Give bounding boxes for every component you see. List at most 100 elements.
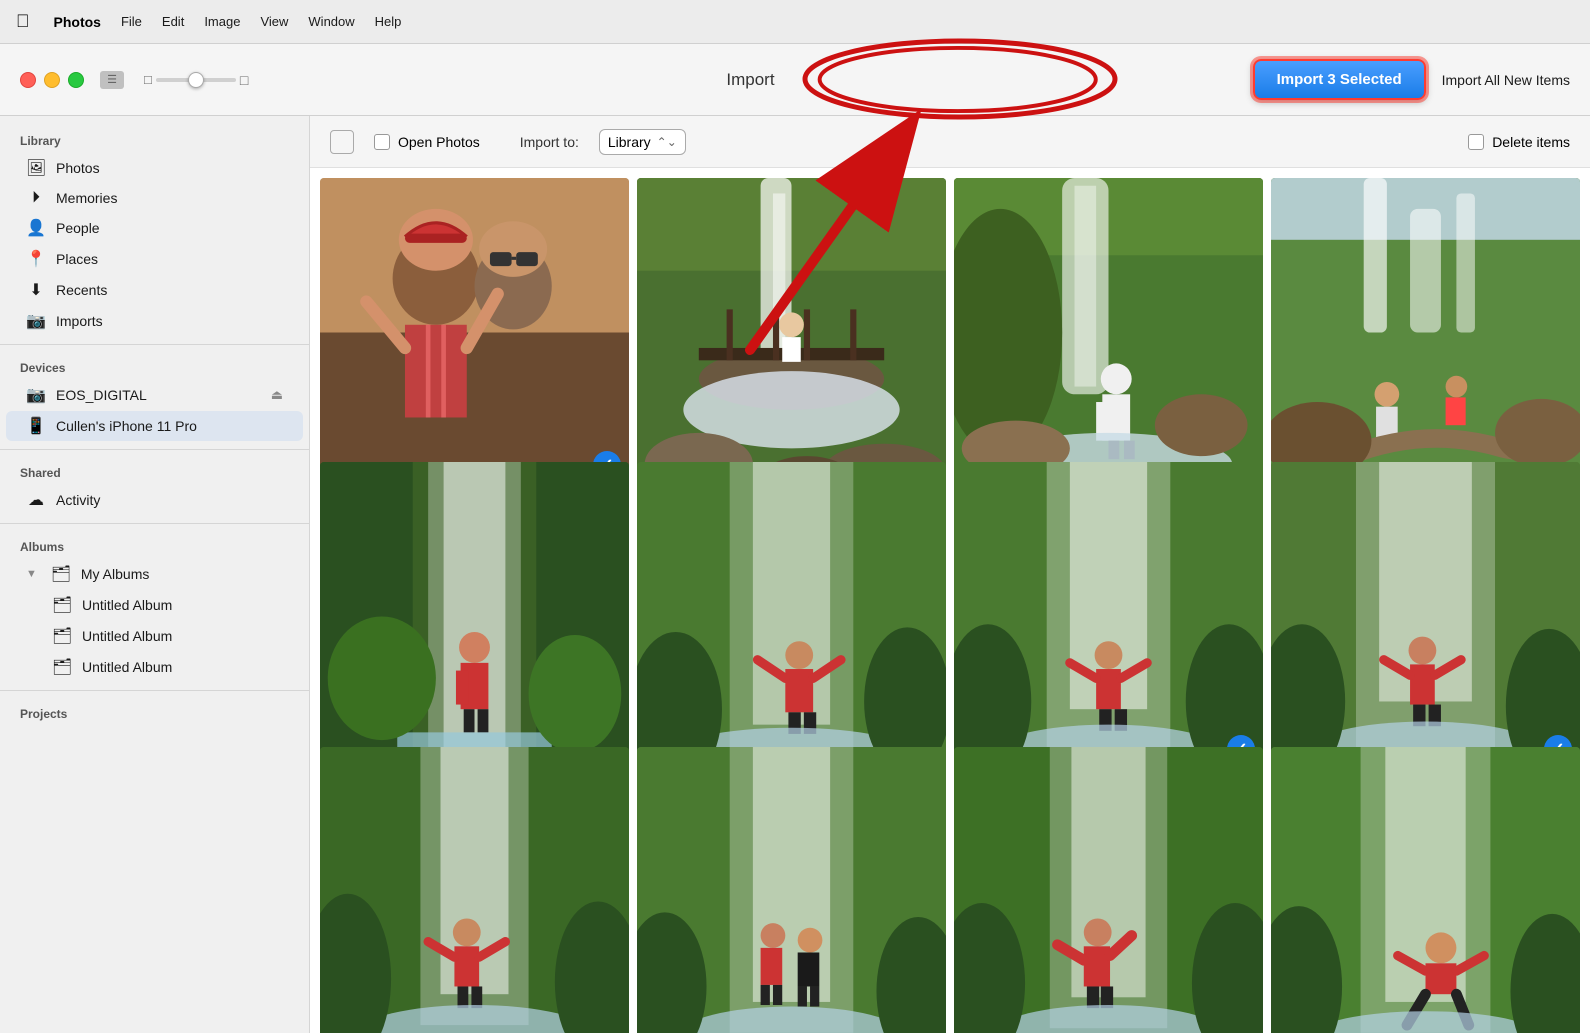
sidebar-item-iphone[interactable]: 📱 Cullen's iPhone 11 Pro — [6, 411, 303, 441]
activity-icon: ☁ — [26, 490, 46, 510]
photo-cell-5[interactable] — [637, 462, 946, 771]
library-section-label: Library — [0, 126, 309, 152]
sidebar-separator-1 — [0, 344, 309, 345]
import-toolbar: Open Photos Import to: Library ⌃⌄ Delete… — [310, 116, 1590, 168]
photo-image-0 — [320, 178, 629, 487]
delete-items-label: Delete items — [1492, 134, 1570, 150]
sidebar-separator-3 — [0, 523, 309, 524]
sidebar-album-1-label: Untitled Album — [82, 597, 172, 613]
photo-cell-2[interactable] — [954, 178, 1263, 487]
photo-image-8 — [320, 747, 629, 1033]
sidebar-item-album-2[interactable]: 🗂 Untitled Album — [6, 621, 303, 651]
toolbar-title: Import — [726, 70, 774, 90]
import-panel: Open Photos Import to: Library ⌃⌄ Delete… — [310, 116, 1590, 1033]
photo-cell-7[interactable]: ✓ — [1271, 462, 1580, 771]
sidebar-item-album-3[interactable]: 🗂 Untitled Album — [6, 652, 303, 682]
photo-cell-8[interactable] — [320, 747, 629, 1033]
photo-cell-0[interactable]: ✓ — [320, 178, 629, 487]
sidebar-imports-label: Imports — [56, 313, 103, 329]
sidebar-activity-label: Activity — [56, 492, 100, 508]
photo-image-3 — [1271, 178, 1580, 487]
sidebar-item-people[interactable]: 👤 People — [6, 213, 303, 243]
photo-cell-6[interactable]: ✓ — [954, 462, 1263, 771]
sidebar-item-photos[interactable]: 🖼 Photos — [6, 153, 303, 183]
sidebar-photos-label: Photos — [56, 160, 100, 176]
memories-icon: ⏵ — [26, 189, 46, 207]
photo-image-10 — [954, 747, 1263, 1033]
places-icon: 📍 — [26, 249, 46, 269]
import-to-label: Import to: — [520, 134, 579, 150]
sidebar-item-activity[interactable]: ☁ Activity — [6, 485, 303, 515]
import-selected-wrapper: Import 3 Selected — [1253, 59, 1426, 100]
photo-cell-4[interactable] — [320, 462, 629, 771]
minimize-button[interactable] — [44, 72, 60, 88]
menu-view[interactable]: View — [260, 14, 288, 29]
photo-grid: ✓ — [310, 168, 1590, 1033]
sidebar-item-places[interactable]: 📍 Places — [6, 244, 303, 274]
sidebar-my-albums-label: My Albums — [81, 566, 149, 582]
sidebar-item-eos[interactable]: 📷 EOS_DIGITAL ⏏ — [6, 380, 303, 410]
select-arrows-icon: ⌃⌄ — [657, 135, 677, 149]
sidebar-album-2-label: Untitled Album — [82, 628, 172, 644]
import-all-button[interactable]: Import All New Items — [1442, 72, 1570, 88]
menu-image[interactable]: Image — [204, 14, 240, 29]
album-2-icon: 🗂 — [52, 626, 72, 646]
main-layout: Library 🖼 Photos ⏵ Memories 👤 People 📍 P… — [0, 116, 1590, 1033]
menubar:  Photos File Edit Image View Window Hel… — [0, 0, 1590, 44]
sidebar-iphone-label: Cullen's iPhone 11 Pro — [56, 418, 197, 434]
menu-window[interactable]: Window — [308, 14, 354, 29]
sidebar-item-memories[interactable]: ⏵ Memories — [6, 184, 303, 212]
eos-icon: 📷 — [26, 385, 46, 405]
import-to-value: Library — [608, 134, 651, 150]
maximize-button[interactable] — [68, 72, 84, 88]
delete-items-checkbox[interactable] — [1468, 134, 1484, 150]
sidebar-separator-2 — [0, 449, 309, 450]
people-icon: 👤 — [26, 218, 46, 238]
album-1-icon: 🗂 — [52, 595, 72, 615]
sidebar-item-recents[interactable]: ⬇ Recents — [6, 275, 303, 305]
open-photos-container: Open Photos — [374, 134, 480, 150]
sidebar-item-my-albums[interactable]: ▼ 🗂 My Albums — [6, 559, 303, 589]
sidebar-eos-label: EOS_DIGITAL — [56, 387, 147, 403]
photo-cell-1[interactable] — [637, 178, 946, 487]
menu-file[interactable]: File — [121, 14, 142, 29]
photo-cell-9[interactable] — [637, 747, 946, 1033]
app-menu-photos[interactable]: Photos — [54, 14, 101, 30]
select-all-checkbox[interactable] — [330, 130, 354, 154]
window-controls: ☰ — [100, 71, 124, 89]
photo-cell-3[interactable] — [1271, 178, 1580, 487]
open-photos-checkbox[interactable] — [374, 134, 390, 150]
window-toolbar: ☰ □ □ Import Import 3 Selected Import Al… — [0, 44, 1590, 116]
sidebar: Library 🖼 Photos ⏵ Memories 👤 People 📍 P… — [0, 116, 310, 1033]
sidebar-people-label: People — [56, 220, 100, 236]
albums-section-label: Albums — [0, 532, 309, 558]
photo-cell-10[interactable] — [954, 747, 1263, 1033]
devices-section-label: Devices — [0, 353, 309, 379]
projects-section-label: Projects — [0, 699, 309, 725]
sidebar-memories-label: Memories — [56, 190, 117, 206]
sidebar-item-imports[interactable]: 📷 Imports — [6, 306, 303, 336]
traffic-lights — [20, 72, 84, 88]
imports-icon: 📷 — [26, 311, 46, 331]
my-albums-icon: 🗂 — [51, 564, 71, 584]
import-to-select[interactable]: Library ⌃⌄ — [599, 129, 686, 155]
album-3-icon: 🗂 — [52, 657, 72, 677]
sidebar-item-album-1[interactable]: 🗂 Untitled Album — [6, 590, 303, 620]
photo-image-5 — [637, 462, 946, 771]
recents-icon: ⬇ — [26, 280, 46, 300]
import-selected-button[interactable]: Import 3 Selected — [1253, 59, 1426, 100]
zoom-slider[interactable]: □ □ — [144, 72, 248, 88]
sidebar-recents-label: Recents — [56, 282, 107, 298]
toolbar-right-actions: Import 3 Selected Import All New Items — [1253, 59, 1570, 100]
photo-image-4 — [320, 462, 629, 771]
shared-section-label: Shared — [0, 458, 309, 484]
menu-help[interactable]: Help — [375, 14, 402, 29]
close-button[interactable] — [20, 72, 36, 88]
open-photos-label: Open Photos — [398, 134, 480, 150]
photo-image-2 — [954, 178, 1263, 487]
sidebar-toggle-icon[interactable]: ☰ — [100, 71, 124, 89]
menu-edit[interactable]: Edit — [162, 14, 184, 29]
eject-icon[interactable]: ⏏ — [271, 387, 283, 403]
photo-cell-11[interactable] — [1271, 747, 1580, 1033]
apple-menu-icon[interactable]:  — [16, 11, 30, 32]
